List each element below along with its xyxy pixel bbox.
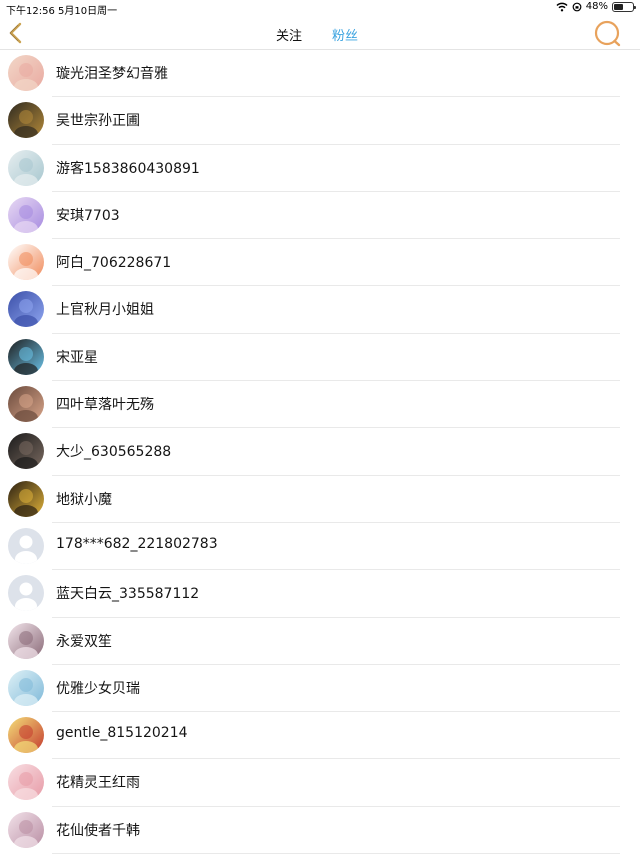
follower-name: 优雅少女贝瑞 bbox=[56, 680, 140, 697]
list-item[interactable]: 花仙使者千韩 bbox=[0, 807, 640, 854]
avatar[interactable] bbox=[8, 338, 44, 375]
follower-name: 花精灵王红雨 bbox=[56, 775, 140, 792]
follower-name: 蓝天白云_335587112 bbox=[56, 586, 200, 603]
follower-name: 游客1583860430891 bbox=[56, 160, 200, 177]
follower-name: 璇光泪圣梦幻音雅 bbox=[56, 66, 168, 82]
list-item[interactable]: 宋亚星 bbox=[0, 334, 640, 382]
status-right: 48% bbox=[556, 1, 636, 12]
search-button[interactable] bbox=[592, 19, 624, 49]
avatar[interactable] bbox=[8, 480, 44, 517]
avatar[interactable] bbox=[8, 622, 44, 659]
avatar[interactable] bbox=[8, 55, 44, 91]
avatar[interactable] bbox=[8, 102, 44, 139]
list-item[interactable]: gentle_815120214 bbox=[0, 712, 640, 760]
follower-name: 地狱小魔 bbox=[56, 491, 112, 508]
list-item[interactable]: 178***682_221802783 bbox=[0, 523, 640, 571]
avatar[interactable] bbox=[8, 433, 44, 470]
follower-name: 安琪7703 bbox=[56, 207, 120, 224]
follower-name: 178***682_221802783 bbox=[56, 535, 218, 552]
tab-bar: 关注 粉丝 bbox=[276, 25, 358, 44]
avatar[interactable] bbox=[8, 386, 44, 423]
avatar[interactable] bbox=[8, 291, 44, 328]
list-item[interactable]: 上官秋月小姐姐 bbox=[0, 286, 640, 335]
battery-fill bbox=[614, 3, 623, 10]
list-item[interactable]: 吴世宗孙正圃 bbox=[0, 97, 640, 145]
list-item[interactable]: 四叶草落叶无殇 bbox=[0, 381, 640, 429]
follower-name: gentle_815120214 bbox=[56, 725, 188, 742]
follower-name: 花仙使者千韩 bbox=[56, 822, 140, 839]
rotation-lock-icon bbox=[572, 2, 582, 11]
list-item[interactable]: 蓝天白云_335587112 bbox=[0, 570, 640, 618]
list-item[interactable]: 花精灵王红雨 bbox=[0, 759, 640, 808]
follower-name: 吴世宗孙正圃 bbox=[56, 113, 140, 130]
tab-followers[interactable]: 粉丝 bbox=[332, 25, 358, 44]
follower-name: 阿白_706228671 bbox=[56, 255, 172, 272]
avatar[interactable] bbox=[8, 244, 44, 281]
avatar[interactable] bbox=[8, 717, 44, 754]
back-button[interactable] bbox=[6, 22, 26, 44]
list-item[interactable]: 璇光泪圣梦幻音雅 bbox=[0, 50, 640, 98]
follower-name: 四叶草落叶无殇 bbox=[56, 397, 154, 414]
avatar[interactable] bbox=[8, 575, 44, 612]
follower-name: 永爱双笙 bbox=[56, 633, 112, 650]
status-bar: 下午12:56 5月10日周一 48% bbox=[0, 0, 640, 17]
list-item[interactable]: 永爱双笙 bbox=[0, 618, 640, 666]
list-item[interactable]: 游客1583860430891 bbox=[0, 145, 640, 193]
chevron-left-icon bbox=[9, 22, 22, 44]
wifi-icon bbox=[556, 2, 568, 11]
nav-bar: 关注 粉丝 bbox=[0, 16, 640, 50]
search-icon bbox=[594, 20, 621, 47]
follower-name: 上官秋月小姐姐 bbox=[56, 302, 154, 319]
avatar[interactable] bbox=[8, 811, 44, 848]
battery-percent: 48% bbox=[585, 1, 608, 12]
list-item[interactable]: 阿白_706228671 bbox=[0, 239, 640, 287]
avatar[interactable] bbox=[8, 527, 44, 564]
list-item[interactable]: 大少_630565288 bbox=[0, 428, 640, 476]
list-item[interactable]: 优雅少女贝瑞 bbox=[0, 665, 640, 713]
avatar[interactable] bbox=[8, 149, 44, 186]
battery-icon bbox=[612, 1, 636, 12]
avatar[interactable] bbox=[8, 196, 44, 233]
list-item[interactable]: 地狱小魔 bbox=[0, 476, 640, 524]
list-item[interactable]: 安琪7703 bbox=[0, 192, 640, 240]
follower-name: 宋亚星 bbox=[56, 349, 98, 366]
tab-following[interactable]: 关注 bbox=[276, 25, 302, 44]
avatar[interactable] bbox=[8, 764, 44, 801]
follower-name: 大少_630565288 bbox=[56, 444, 172, 461]
status-time-date: 下午12:56 5月10日周一 bbox=[6, 6, 118, 17]
follower-list: 璇光泪圣梦幻音雅 吴世宗孙正圃游客1583860430891 安琪7703 阿白_70… bbox=[0, 50, 640, 854]
avatar[interactable] bbox=[8, 669, 44, 706]
